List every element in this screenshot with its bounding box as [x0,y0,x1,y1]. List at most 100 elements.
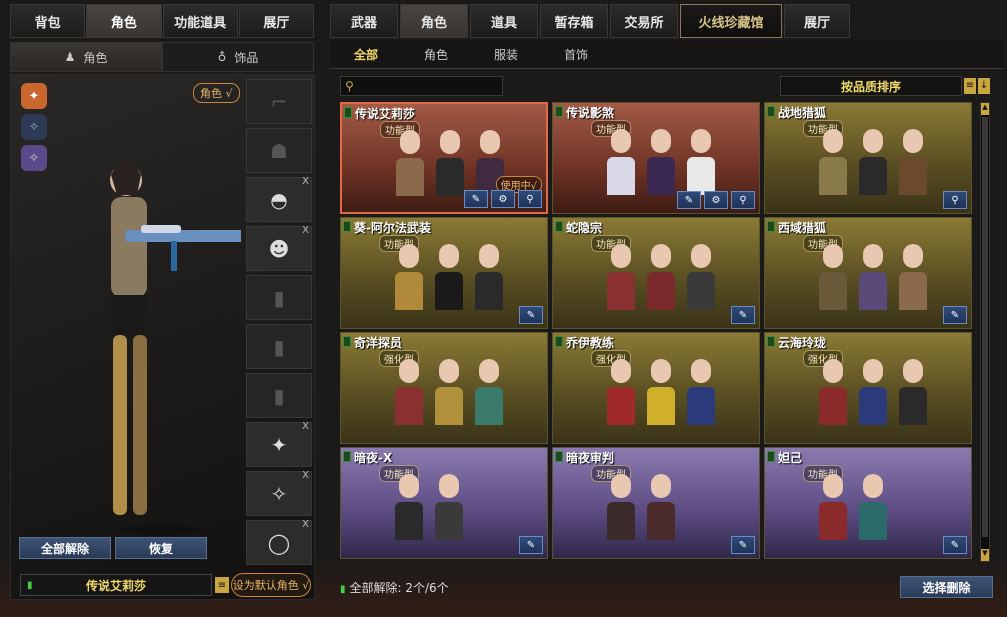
right-tab-6[interactable]: 展厅 [784,4,850,38]
character-card[interactable]: 葵-阿尔法武装 功能型 ✎ [340,217,548,329]
card-title: 奇洋探员 [354,336,403,350]
left-tab-3[interactable]: 展厅 [238,4,314,38]
body-slot[interactable]: ▮ [246,324,312,369]
character-portrait [815,238,851,310]
filter-tab-3[interactable]: 首饰 [564,46,588,63]
character-card[interactable]: 传说影煞 功能型 ✎ ⚙ ⚲ [552,102,760,214]
inspect-icon[interactable]: ⚲ [943,191,967,209]
customize-icon[interactable]: ✎ [677,191,701,209]
customize-icon[interactable]: ✎ [943,536,967,554]
goggles-slot[interactable]: ◓ X [246,176,312,222]
character-portrait [392,124,428,196]
card-actions: ✎ ⚙ ⚲ [464,190,542,208]
mode-purple-icon[interactable]: ✧ [21,145,47,171]
filter-tab-1[interactable]: 角色 [424,46,448,63]
character-portrait [643,123,679,195]
character-preview-stage: ✦ ✧ ✧ 角色 √ ⌐ ☗ ◓ X ☻ X ▮ ▮ ▮ ✦ X ✧ X ◯ X 全部解除 恢复 [10,74,315,600]
select-delete-button[interactable]: 选择删除 [900,576,993,598]
customize-icon[interactable]: ✎ [731,536,755,554]
character-model [110,160,241,535]
left-tab-0[interactable]: 背包 [10,4,86,38]
character-name-field[interactable]: ▮ 传说艾莉莎 [20,574,212,596]
filter-tab-0[interactable]: 全部 [354,46,378,63]
right-tab-5[interactable]: 火线珍藏馆 [680,4,782,38]
character-portrait [815,353,851,425]
filter-tab-2[interactable]: 服装 [494,46,518,63]
right-tab-1[interactable]: 角色 [400,4,468,38]
character-card[interactable]: 云海玲珑 强化型 [764,332,972,444]
character-card[interactable]: 乔伊教练 强化型 [552,332,760,444]
bracelet-slot[interactable]: ✦ X [246,421,312,467]
customize-icon[interactable]: ✎ [731,306,755,324]
character-card[interactable]: 妲己 功能型 ✎ [764,447,972,559]
remove-icon[interactable]: X [302,470,309,481]
customize-icon[interactable]: ✎ [464,190,488,208]
mascot-slot[interactable]: ☻ X [246,225,312,271]
sort-dropdown[interactable]: 按品质排序 [780,76,962,96]
settings-icon[interactable]: ⚙ [491,190,515,208]
customize-icon[interactable]: ✎ [943,306,967,324]
left-subtab-bar: ♟ 角色 ♁ 饰品 [10,42,315,72]
scroll-down-icon[interactable]: ▼ [981,549,989,561]
mode-blue-icon[interactable]: ✧ [21,114,47,140]
settings-icon[interactable]: ⚙ [704,191,728,209]
character-card[interactable]: 暗夜审判 功能型 ✎ [552,447,760,559]
customize-icon[interactable]: ✎ [519,306,543,324]
subtab-1[interactable]: ♁ 饰品 [162,42,314,72]
slot-item-icon: ✦ [270,432,288,457]
character-card[interactable]: 暗夜-X 功能型 ✎ [340,447,548,559]
flag-icon [555,451,563,462]
character-card[interactable]: 蛇隐宗 功能型 ✎ [552,217,760,329]
unequip-all-button[interactable]: 全部解除 [19,537,111,559]
inspect-icon[interactable]: ⚲ [731,191,755,209]
character-portraits [815,123,931,195]
left-tab-1[interactable]: 角色 [86,4,162,38]
role-badge[interactable]: 角色 √ [193,83,240,103]
subtab-label: 角色 [83,50,108,65]
weapon-slot[interactable]: ⌐ [246,79,312,124]
chain-slot[interactable]: ◯ X [246,519,312,565]
customize-icon[interactable]: ✎ [519,536,543,554]
character-card[interactable]: 西域猎狐 功能型 ✎ [764,217,972,329]
list-icon[interactable]: ≡ [215,577,229,593]
character-portrait [855,353,891,425]
left-tab-2[interactable]: 功能道具 [162,4,238,38]
character-card[interactable]: 奇洋探员 强化型 [340,332,548,444]
helmet-slot[interactable]: ☗ [246,128,312,173]
card-title: 蛇隐宗 [566,221,603,235]
character-portrait [471,238,507,310]
character-portrait [431,353,467,425]
character-card[interactable]: 战地猎狐 功能型 ⚲ [764,102,972,214]
right-tab-3[interactable]: 暂存箱 [540,4,608,38]
inspect-icon[interactable]: ⚲ [518,190,542,208]
character-portraits [815,238,931,310]
mode-orange-icon[interactable]: ✦ [21,83,47,109]
remove-icon[interactable]: X [302,519,309,530]
card-actions: ✎ [731,306,755,324]
right-tab-4[interactable]: 交易所 [610,4,678,38]
subtab-0[interactable]: ♟ 角色 [10,42,162,72]
back-slot[interactable]: ▮ [246,373,312,418]
character-name: 传说艾莉莎 [85,578,146,593]
set-default-button[interactable]: 设为默认角色 √ [231,573,311,597]
remove-icon[interactable]: X [302,176,309,187]
scroll-thumb[interactable] [982,117,988,537]
remove-icon[interactable]: X [302,225,309,236]
scroll-up-icon[interactable]: ▲ [981,103,989,115]
remove-icon[interactable]: X [302,421,309,432]
right-tab-0[interactable]: 武器 [330,4,398,38]
flag-icon [767,106,775,117]
character-card[interactable]: 传说艾莉莎 功能型 使用中√ ✎ ⚙ ⚲ [340,102,548,214]
flag-icon [767,221,775,232]
ring-slot[interactable]: ✧ X [246,470,312,516]
character-equip-panel: 背包 角色 功能道具 展厅 ♟ 角色 ♁ 饰品 ✦ ✧ ✧ 角色 √ ⌐ ☗ ◓ X ☻ X ▮ ▮ ▮ ✦ X… [10,4,315,608]
vest-slot[interactable]: ▮ [246,275,312,320]
character-portrait [855,468,891,540]
character-portraits [603,468,679,540]
restore-button[interactable]: 恢复 [115,537,207,559]
right-tab-2[interactable]: 道具 [470,4,538,38]
search-input[interactable]: ⚲ [340,76,503,96]
sort-direction-icon[interactable]: ↓ [978,78,990,94]
sort-list-icon[interactable]: ≡ [964,78,976,94]
scrollbar[interactable]: ▲ ▼ [980,102,990,562]
